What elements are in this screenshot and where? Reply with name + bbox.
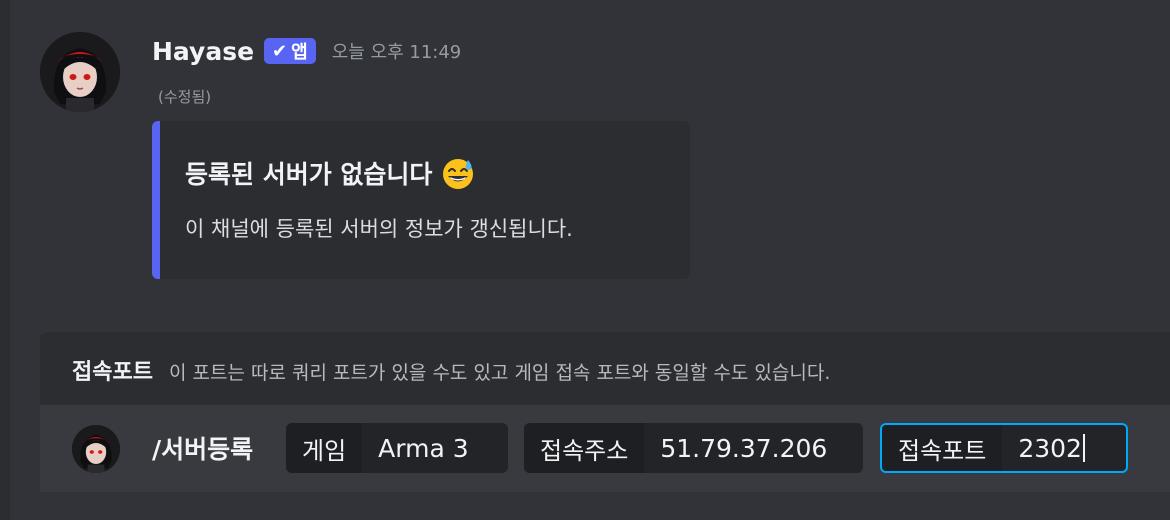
param-address[interactable]: 접속주소 51.79.37.206	[524, 423, 863, 473]
checkmark-icon: ✔	[272, 40, 288, 62]
option-name: 접속포트	[72, 360, 153, 385]
left-edge-divider	[0, 0, 10, 520]
param-game-key: 게임	[286, 423, 363, 473]
text-caret	[1082, 434, 1085, 462]
option-description: 이 포트는 따로 쿼리 포트가 있을 수도 있고 게임 접속 포트와 동일할 수…	[168, 362, 831, 384]
message-timestamp: 오늘 오후 11:49	[331, 42, 462, 63]
user-avatar[interactable]	[40, 32, 120, 112]
app-badge-label: 앱	[291, 42, 308, 63]
username[interactable]: Hayase	[152, 37, 254, 66]
option-hint: 접속포트 이 포트는 따로 쿼리 포트가 있을 수도 있고 게임 접속 포트와 …	[72, 354, 830, 386]
param-port-value: 2302	[1018, 433, 1082, 463]
message-header: Hayase ✔ 앱 오늘 오후 11:49	[152, 32, 461, 70]
param-port-input[interactable]: 접속포트 2302	[880, 423, 1128, 473]
bot-avatar	[72, 425, 120, 473]
sweat-smile-emoji-icon	[440, 155, 476, 191]
param-port-key: 접속포트	[882, 425, 1003, 471]
edited-label: (수정됨)	[158, 88, 212, 106]
app-badge: ✔ 앱	[264, 38, 316, 64]
embed-title-row: 등록된 서버가 없습니다	[185, 155, 476, 191]
embed-accent-bar	[152, 121, 160, 279]
param-address-value: 51.79.37.206	[660, 433, 828, 463]
embed-title: 등록된 서버가 없습니다	[185, 160, 433, 189]
message-embed: 등록된 서버가 없습니다 이 채널에 등록된 서버의 정보가 갱신됩니다.	[152, 121, 690, 279]
command-name[interactable]: /서버등록	[152, 430, 253, 466]
embed-description: 이 채널에 등록된 서버의 정보가 갱신됩니다.	[185, 217, 573, 241]
param-game[interactable]: 게임 Arma 3	[286, 423, 508, 473]
param-port-value-wrap[interactable]: 2302	[1002, 425, 1101, 471]
param-address-key: 접속주소	[524, 423, 645, 473]
param-game-value: Arma 3	[378, 433, 469, 463]
